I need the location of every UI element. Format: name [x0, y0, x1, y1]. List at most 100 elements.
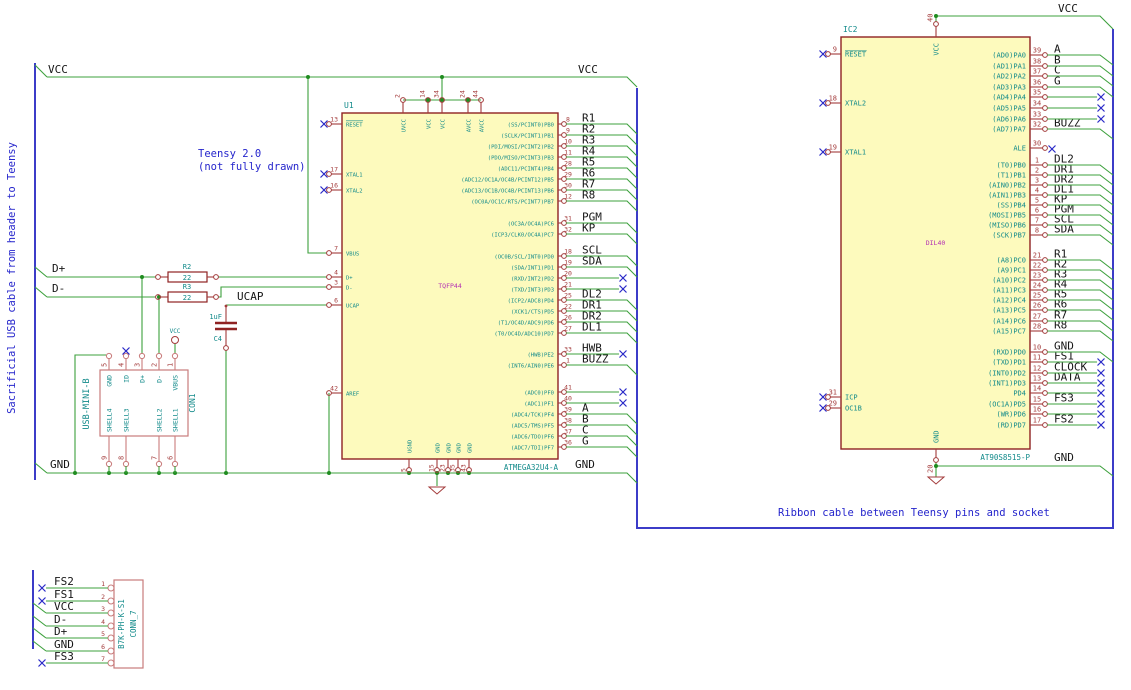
pin-number: 8 [118, 456, 126, 460]
note-teensy[interactable]: (not fully drawn) [198, 161, 305, 173]
pin-name: (OC3A/OC4A)PC6 [508, 222, 554, 228]
pin-name: (ICP2/ADC8)PD4 [508, 299, 555, 305]
pin-number: 13 [330, 116, 338, 124]
pin-number: 29 [829, 400, 837, 408]
pin-name: (A13)PC5 [992, 307, 1026, 315]
junction-dot [73, 471, 77, 475]
pin-name: (INT1)PD3 [988, 380, 1026, 388]
pin-name: (XCK1/CTS)PD5 [511, 310, 554, 316]
net-label[interactable]: VCC [54, 600, 74, 613]
resistor-ref[interactable]: R2 [183, 263, 191, 271]
chip-ref[interactable]: U1 [344, 101, 354, 110]
net-label[interactable]: FS2 [54, 575, 74, 588]
chip-package: DIL40 [926, 239, 946, 247]
net-label[interactable]: VCC [48, 63, 68, 76]
chip-ref[interactable]: IC2 [843, 25, 858, 34]
net-label[interactable]: VCC [578, 63, 598, 76]
pin-name: (ADC12/OC1A/OC4B/PCINT12)PB5 [461, 178, 554, 184]
pin-name: (SCK)PB7 [992, 232, 1026, 240]
pin-number: 2 [151, 363, 159, 367]
pin-name: (AD3)PA3 [992, 84, 1026, 92]
pin-name: (SS/PCINT0)PB0 [508, 123, 554, 129]
net-label[interactable]: GND [50, 458, 70, 471]
pin-name: (AD2)PA2 [992, 73, 1026, 81]
pin-name: SHELL4 [106, 408, 114, 432]
pin-number: 13 [1033, 375, 1041, 383]
junction-dot [140, 275, 144, 279]
note-ribbon-cable[interactable]: Ribbon cable between Teensy pins and soc… [778, 507, 1050, 519]
connector-value[interactable]: USB-MINI-B [82, 378, 92, 429]
pin-name: ID [123, 375, 131, 383]
chip-value[interactable]: ATMEGA32U4-A [504, 463, 559, 472]
net-label[interactable]: D+ [52, 262, 66, 275]
pin-name: XTAL1 [845, 149, 866, 157]
pin-name: (MISO)PB6 [988, 222, 1026, 230]
connector-ref[interactable]: CONN_7 [129, 610, 138, 637]
pin-number: 9 [833, 46, 837, 54]
connector-ref[interactable]: CON1 [188, 393, 197, 412]
pin-name: D+ [346, 276, 353, 282]
pin-number: 18 [564, 248, 572, 256]
pin-name: (ADC13/OC1B/OC4B/PCINT13)PB6 [461, 189, 554, 195]
pin-name: (T0)PB0 [996, 162, 1026, 170]
chip-value[interactable]: AT90S8515-P [980, 453, 1030, 462]
pin-number: 38 [1033, 58, 1041, 66]
pin-name: GND [436, 443, 442, 453]
pin-number: 12 [564, 193, 572, 201]
pin-number: 28 [1033, 323, 1041, 331]
pin-name: (A12)PC4 [992, 297, 1026, 305]
pin-number: 35 [449, 464, 457, 472]
pin-name: (T1)PB1 [996, 172, 1026, 180]
net-label[interactable]: FS3 [54, 650, 74, 663]
pin-number: 11 [1033, 354, 1041, 362]
resistor-ref[interactable]: R3 [183, 283, 191, 291]
pin-number: 16 [330, 182, 338, 190]
pin-name: VCC [427, 119, 433, 129]
junction-dot [224, 471, 228, 475]
pin-number: 36 [564, 439, 572, 447]
pin-name: AVCC [480, 119, 486, 132]
pin-number: 34 [433, 90, 441, 98]
pin-name: UGND [408, 440, 414, 453]
pin-number: 22 [1033, 262, 1041, 270]
pin-name: (A14)PC6 [992, 318, 1026, 326]
pin-name: AVCC [467, 119, 473, 132]
pin-name: (AD4)PA4 [992, 94, 1026, 102]
pin-number: 20 [927, 465, 935, 473]
pin-name: (SDA/INT1)PD1 [511, 266, 554, 272]
pin-name: (OC0B/SCL/INT0)PD0 [494, 255, 554, 261]
pin-name: (INT0)PD2 [988, 370, 1026, 378]
pin-name: UCAP [346, 304, 360, 310]
net-label[interactable]: UCAP [237, 290, 264, 303]
pin-number: 31 [829, 389, 837, 397]
capacitor-ref[interactable]: C4 [214, 335, 222, 343]
capacitor-value[interactable]: 1uF [209, 313, 222, 321]
pin-number: 27 [564, 325, 572, 333]
pin-name: (AIN1)PB3 [988, 192, 1026, 200]
pin-number: 24 [459, 90, 467, 98]
pin-number: 32 [564, 226, 572, 234]
note-sacrificial-cable[interactable]: Sacrificial USB cable from header to Tee… [6, 142, 18, 414]
net-label[interactable]: GND [575, 458, 595, 471]
pin-name: ALE [1013, 145, 1026, 153]
pin-number: 37 [1033, 68, 1041, 76]
pin-number: 33 [1033, 111, 1041, 119]
net-label[interactable]: GND [1054, 451, 1074, 464]
note-teensy[interactable]: Teensy 2.0 [198, 148, 261, 160]
connector-value[interactable]: B7K-PH-K-S1 [117, 599, 126, 649]
pin-number: 4 [101, 618, 105, 626]
resistor-value[interactable]: 22 [183, 294, 191, 302]
pin-name: (ADC4/TCK)PF4 [511, 413, 555, 419]
resistor-value[interactable]: 22 [183, 274, 191, 282]
net-label[interactable]: D+ [54, 625, 68, 638]
pin-number: 4 [1035, 187, 1039, 195]
pin-number: 21 [564, 281, 572, 289]
pin-number: 3 [1035, 177, 1039, 185]
net-label[interactable]: D- [52, 282, 65, 295]
pin-number: 6 [101, 643, 105, 651]
net-label[interactable]: VCC [1058, 2, 1078, 15]
pin-number: 5 [101, 630, 105, 638]
pin-number: 3 [134, 363, 142, 367]
pin-name: GND [933, 430, 941, 443]
pin-name: VCC [441, 119, 447, 129]
